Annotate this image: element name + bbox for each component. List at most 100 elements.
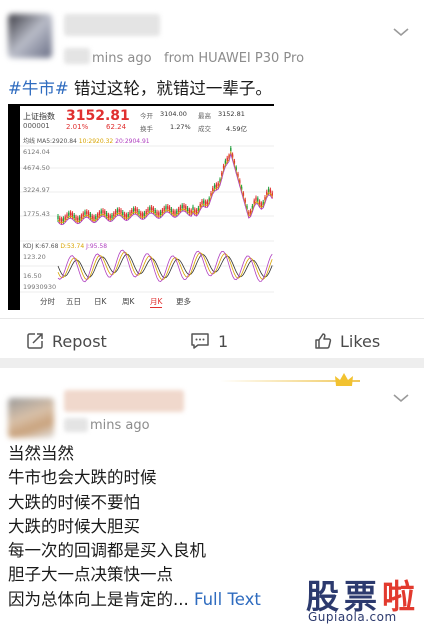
post-line: 因为总体向上是肯定的... <box>8 589 189 609</box>
post-line-last: 因为总体向上是肯定的... Full Text <box>8 588 261 612</box>
repost-button[interactable]: Repost <box>26 330 107 352</box>
repost-icon <box>27 333 43 349</box>
volume-tick: 19930930 <box>23 283 57 291</box>
stock-chart-image[interactable]: 上证指数 000001 3152.81 2.01% 62.24 今开 3104.… <box>8 104 274 310</box>
candle-body <box>87 212 90 216</box>
tab-more[interactable]: 更多 <box>176 296 191 307</box>
username[interactable] <box>64 390 184 412</box>
candle-body <box>131 209 133 213</box>
username[interactable] <box>64 14 160 36</box>
candle-body <box>73 215 75 219</box>
repost-label: Repost <box>52 331 107 351</box>
candle-body <box>158 212 160 216</box>
tab-five-day[interactable]: 五日 <box>66 296 81 307</box>
tab-day-k[interactable]: 日K <box>94 296 106 307</box>
ma-legend: 均线 MA5:2920.84 10:2920.32 20:2904.91 <box>23 136 150 145</box>
candle-body <box>127 213 129 217</box>
tab-month-k[interactable]: 月K <box>150 296 163 308</box>
candle-body <box>185 206 187 210</box>
candle-body <box>96 214 99 218</box>
post-time: mins ago <box>92 51 152 66</box>
candle-body <box>93 216 95 220</box>
divider <box>0 318 424 319</box>
candle-body <box>80 215 83 219</box>
post-line: 牛市也会大跌的时候 <box>8 468 157 488</box>
volume-label: 成交 <box>198 125 211 133</box>
y-tick-3: 3224.97 <box>23 186 50 194</box>
candle-body <box>134 208 137 212</box>
candle-body <box>188 209 191 213</box>
candle-body <box>62 218 65 222</box>
candle-body <box>59 217 61 221</box>
chevron-down-icon[interactable] <box>392 26 410 38</box>
candle-body <box>123 213 126 217</box>
candle-body <box>177 208 180 212</box>
post-body-2: 当然当然 牛市也会大跌的时候 大跌的时候不要怕 大跌的时候大胆买 每一次的回调都… <box>8 442 261 612</box>
candle-body <box>91 215 93 219</box>
candle-body <box>186 208 189 212</box>
thumbs-up-icon <box>315 333 332 349</box>
high-label: 最高 <box>198 112 211 120</box>
candle-body <box>95 216 97 220</box>
candle-body <box>107 214 110 218</box>
index-name: 上证指数 <box>23 112 55 121</box>
candle-body <box>183 204 185 208</box>
candle-body <box>109 215 111 219</box>
candle-body <box>114 211 117 215</box>
candle-body <box>86 211 88 215</box>
candle-body <box>192 206 194 210</box>
kdj-label: KDJ <box>23 243 34 250</box>
candle-body <box>68 212 70 216</box>
like-button[interactable]: Likes <box>314 330 380 352</box>
time-blur <box>64 418 88 432</box>
candle-body <box>122 212 124 216</box>
tab-fenshi[interactable]: 分时 <box>40 296 55 307</box>
candle-body <box>161 209 164 213</box>
candle-body <box>84 211 86 215</box>
kdj-k: K:67.68 <box>35 243 59 250</box>
candle-body <box>113 213 115 217</box>
candle-body <box>82 213 84 217</box>
candle-body <box>156 211 158 215</box>
candle-body <box>163 207 165 211</box>
candle-body <box>89 214 92 218</box>
candle-body <box>181 205 183 209</box>
candle-body <box>168 207 171 211</box>
avatar[interactable] <box>8 14 52 58</box>
post-line: 胆子大一点决策快一点 <box>8 565 173 585</box>
candle-body <box>159 211 162 215</box>
y-tick-4: 1775.43 <box>23 210 50 218</box>
candle-body <box>116 209 119 213</box>
chart-tabs: 分时 五日 日K 周K 月K 更多 <box>20 294 274 310</box>
post-line: 大跌的时候大胆买 <box>8 516 140 536</box>
candle-body <box>71 213 74 217</box>
candle-body <box>152 208 155 212</box>
candle-body <box>66 214 68 218</box>
candle-body <box>204 201 207 205</box>
avatar[interactable] <box>8 398 54 438</box>
high-value: 3152.81 <box>218 110 245 118</box>
candle-body <box>125 214 128 218</box>
tab-week-k[interactable]: 周K <box>122 296 134 307</box>
candle-body <box>215 184 218 188</box>
candle-body <box>195 210 198 214</box>
full-text-link[interactable]: Full Text <box>194 590 261 609</box>
candle-body <box>174 211 176 215</box>
candle-body <box>172 210 174 214</box>
post-text: #牛市# 错过这轮，就错过一辈子。 <box>8 77 272 101</box>
comment-count: 1 <box>218 331 229 351</box>
topic-link[interactable]: #牛市# <box>8 79 69 98</box>
post-card-1: mins ago from HUAWEI P30 Pro #牛市# 错过这轮，就… <box>0 0 424 358</box>
candle-body <box>194 209 196 213</box>
ma20-label: 20:2904.91 <box>115 138 150 145</box>
candle-body <box>100 210 102 214</box>
chevron-down-icon[interactable] <box>392 392 410 404</box>
watermark-logo: 股 票 啦 Gupiaola.com <box>306 570 424 627</box>
open-label: 今开 <box>140 112 153 120</box>
comment-button[interactable]: 1 <box>190 330 228 352</box>
candle-body <box>260 203 263 207</box>
candle-body <box>78 217 81 221</box>
candle-body <box>75 216 77 220</box>
candle-body <box>64 216 66 220</box>
open-value: 3104.00 <box>160 110 187 118</box>
